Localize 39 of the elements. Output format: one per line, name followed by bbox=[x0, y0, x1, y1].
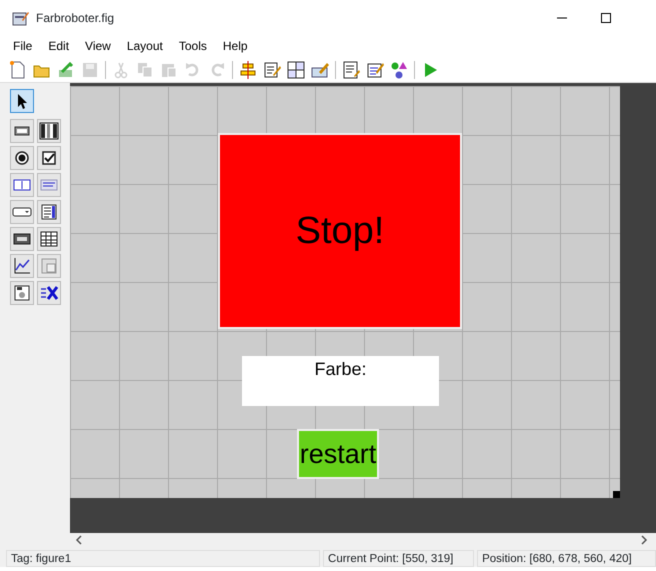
tool-button[interactable] bbox=[37, 173, 61, 197]
menu-item[interactable]: Tools bbox=[174, 35, 212, 57]
status-text: Position: [680, 678, 560, 420] bbox=[477, 550, 656, 567]
tool-button[interactable] bbox=[37, 146, 61, 170]
tool-button[interactable] bbox=[10, 119, 34, 143]
status-text: Current Point: [550, 319] bbox=[323, 550, 474, 567]
listbox-icon bbox=[39, 202, 59, 222]
tool-button[interactable] bbox=[37, 119, 61, 143]
static-text: Farbe: bbox=[242, 356, 439, 406]
scroll-left-icon[interactable] bbox=[75, 535, 83, 545]
table-icon bbox=[39, 229, 59, 249]
menu-item[interactable]: Layout bbox=[122, 35, 168, 57]
tool-button[interactable] bbox=[10, 173, 34, 197]
tool-button[interactable] bbox=[10, 146, 34, 170]
tool-button[interactable] bbox=[10, 227, 34, 251]
slider-icon bbox=[39, 121, 59, 141]
maximize-icon[interactable] bbox=[600, 12, 612, 24]
scroll-right-icon[interactable] bbox=[640, 535, 648, 545]
button-group-icon bbox=[12, 283, 32, 303]
menu-item[interactable]: Edit bbox=[43, 35, 74, 57]
menu-item[interactable]: File bbox=[8, 35, 38, 57]
tool-button[interactable] bbox=[10, 200, 34, 224]
tool-button[interactable] bbox=[37, 227, 61, 251]
restart-button[interactable]: restart bbox=[297, 429, 379, 479]
tool-button[interactable] bbox=[37, 281, 61, 305]
panel-icon bbox=[39, 256, 59, 276]
stop-panel: Stop! bbox=[218, 133, 462, 329]
tool-button[interactable] bbox=[10, 281, 34, 305]
status-text: Tag: figure1 bbox=[6, 550, 320, 567]
tool-button[interactable] bbox=[10, 254, 34, 278]
tool-button[interactable] bbox=[10, 89, 34, 113]
app-icon bbox=[12, 10, 30, 26]
resize-handle[interactable] bbox=[613, 491, 620, 498]
window-title: Farbroboter.fig bbox=[36, 10, 114, 26]
axes-icon bbox=[12, 256, 32, 276]
menu-item[interactable]: Help bbox=[218, 35, 253, 57]
tool-button[interactable] bbox=[37, 200, 61, 224]
activex-icon bbox=[39, 283, 59, 303]
menu-item[interactable]: View bbox=[80, 35, 116, 57]
